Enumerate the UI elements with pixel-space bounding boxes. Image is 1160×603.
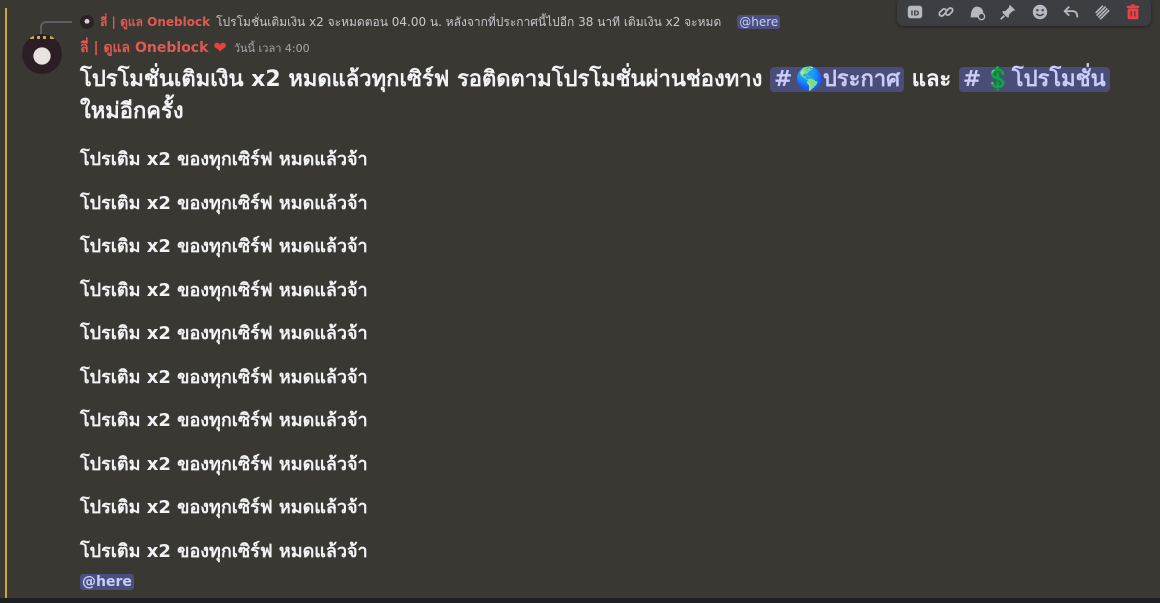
reply-icon[interactable]: [1060, 1, 1082, 23]
headline: โปรโมชั่นเติมเงิน x2 หมดแล้วทุกเซิร์ฟ รอ…: [80, 64, 1140, 128]
message-line: โปรเติม x2 ของทุกเซิร์ฟ หมดแล้วจ้า: [80, 540, 368, 562]
mention-highlight-bar: [5, 8, 7, 598]
message-line: โปรเติม x2 ของทุกเซิร์ฟ หมดแล้วจ้า: [80, 410, 368, 431]
message-line: โปรเติม x2 ของทุกเซิร์ฟ หมดแล้วจ้า: [80, 366, 368, 388]
message-toolbar: ID: [897, 0, 1151, 26]
reply-spine: [40, 21, 72, 35]
message-line: โปรเติม x2 ของทุกเซิร์ฟ หมดแล้วจ้า: [80, 149, 368, 170]
link-icon[interactable]: [935, 1, 957, 23]
message-container: ลี่ | ดูแล Oneblock โปรโมชั่นเติมเงิน x2…: [0, 0, 1160, 598]
channel-name-promotion: 💲โปรโมชั่น: [984, 67, 1106, 92]
message-line: โปรเติม x2 ของทุกเซิร์ฟ หมดแล้วจ้า: [80, 192, 368, 214]
reply-text[interactable]: โปรโมชั่นเติมเงิน x2 จะหมดตอน 04.00 น. ห…: [216, 13, 721, 32]
here-mention[interactable]: @here: [80, 574, 134, 590]
message-line: โปรเติม x2 ของทุกเซิร์ฟ หมดแล้วจ้า: [80, 236, 368, 257]
emoji-icon[interactable]: [1029, 1, 1051, 23]
channel-hash-icon: #: [774, 67, 793, 92]
message-line: โปรเติม x2 ของทุกเซิร์ฟ หมดแล้วจ้า: [80, 279, 368, 301]
message-author[interactable]: ลี่ | ดูแล Oneblock: [80, 37, 208, 59]
thread-icon[interactable]: [966, 1, 988, 23]
heart-badge-icon: ❤: [213, 38, 227, 57]
reply-mention[interactable]: @here: [737, 15, 781, 29]
headline-part2: ใหม่อีกครั้ง: [80, 99, 184, 124]
pin-icon[interactable]: [997, 1, 1019, 23]
delete-icon[interactable]: [1122, 1, 1144, 23]
forward-icon[interactable]: [1091, 1, 1113, 23]
message-lines: โปรเติม x2 ของทุกเซิร์ฟ หมดแล้วจ้า โปรเต…: [80, 145, 1140, 580]
avatar[interactable]: [22, 34, 62, 74]
id-icon[interactable]: ID: [904, 1, 926, 23]
message-line: โปรเติม x2 ของทุกเซิร์ฟ หมดแล้วจ้า: [80, 323, 368, 344]
channel-mention-promotion[interactable]: # 💲โปรโมชั่น: [958, 67, 1110, 92]
message-header: ลี่ | ดูแล Oneblock ❤ วันนี้ เวลา 4:00: [80, 37, 310, 59]
reply-preview[interactable]: ลี่ | ดูแล Oneblock โปรโมชั่นเติมเงิน x2…: [80, 13, 781, 32]
and-word: และ: [911, 67, 952, 92]
headline-part1: โปรโมชั่นเติมเงิน x2 หมดแล้วทุกเซิร์ฟ รอ…: [80, 67, 763, 92]
svg-text:ID: ID: [910, 9, 919, 18]
message-line: โปรเติม x2 ของทุกเซิร์ฟ หมดแล้วจ้า: [80, 453, 368, 475]
message-content: โปรโมชั่นเติมเงิน x2 หมดแล้วทุกเซิร์ฟ รอ…: [80, 64, 1140, 580]
channel-name-announcement: 🌎ประกาศ: [795, 67, 901, 92]
reply-avatar: [80, 15, 94, 29]
message-timestamp[interactable]: วันนี้ เวลา 4:00: [234, 39, 310, 57]
message-line: โปรเติม x2 ของทุกเซิร์ฟ หมดแล้วจ้า: [80, 497, 368, 518]
channel-mention-announcement[interactable]: # 🌎ประกาศ: [770, 67, 905, 92]
channel-hash-icon: #: [962, 67, 982, 92]
reply-author[interactable]: ลี่ | ดูแล Oneblock: [100, 13, 210, 32]
